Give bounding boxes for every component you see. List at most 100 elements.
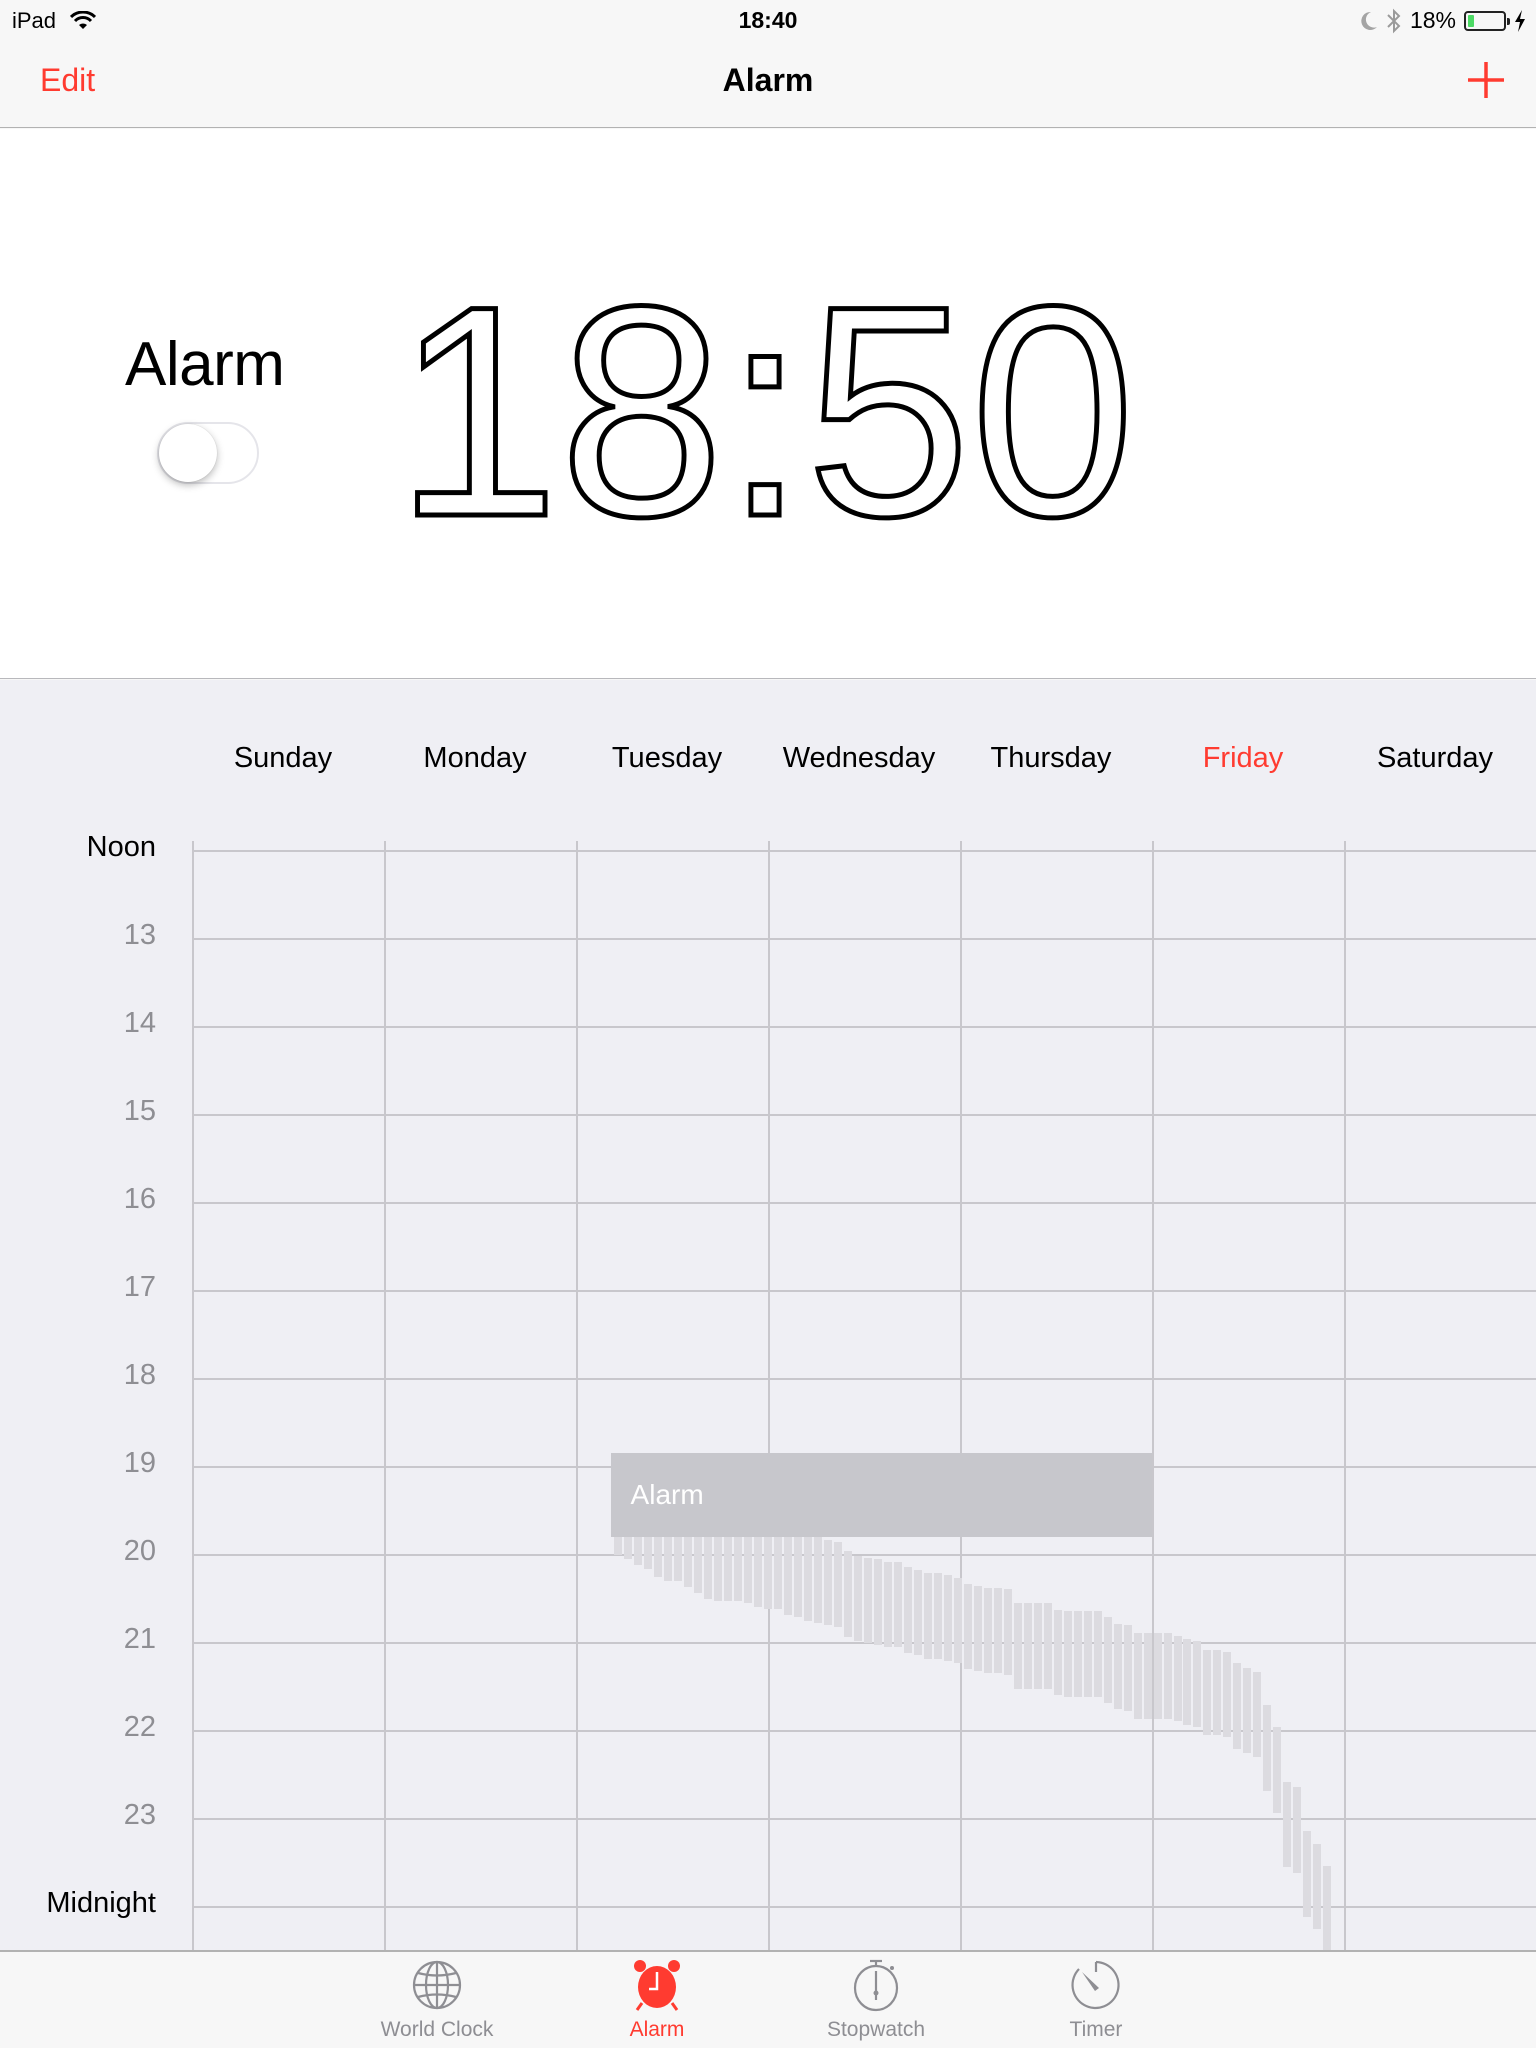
sleep-history-bar [1283,1782,1292,1868]
tab-timer[interactable]: Timer [1006,1958,1186,2042]
plus-icon[interactable] [1462,56,1510,104]
day-divider [192,841,194,1950]
hour-label: 23 [123,1799,156,1831]
hour-label: Noon [86,831,156,863]
tab-bar: World Clock Alarm Stopwatch Timer [0,1950,1536,2048]
alarm-time-display: 18:50 [393,257,1138,557]
sleep-history-bar [983,1587,992,1673]
day-header-saturday: Saturday [1376,742,1494,774]
hour-label: 19 [123,1447,156,1479]
day-divider [1344,841,1346,1950]
sleep-history-bar [1313,1843,1322,1929]
sleep-history-bar [1163,1633,1172,1719]
sleep-history-bar [814,1537,823,1623]
sleep-history-bar [824,1540,833,1626]
hour-gridline [192,850,1536,852]
charging-bolt-icon [1515,9,1525,32]
sleep-history-bar [1253,1672,1262,1758]
sleep-history-bar [893,1562,902,1648]
sleep-history-bar [883,1562,892,1648]
hour-gridline [192,1378,1536,1380]
hour-label: 17 [123,1271,156,1303]
sleep-history-bar [1263,1705,1272,1791]
sleep-history-bar [784,1529,793,1615]
hour-gridline [192,1730,1536,1732]
tab-label: Alarm [629,2018,685,2041]
sleep-history-bar [903,1567,912,1653]
toggle-knob [159,424,217,482]
hour-label: 15 [123,1095,156,1127]
day-divider [576,841,578,1950]
sleep-history-bar [1103,1617,1112,1703]
status-time: 18:40 [738,7,798,33]
sleep-history-bar [1223,1651,1232,1738]
sleep-history-bar [1033,1603,1042,1689]
day-header-monday: Monday [423,742,527,774]
sleep-history-bar [993,1587,1002,1673]
sleep-history-bar [1243,1667,1252,1753]
day-header-tuesday: Tuesday [611,742,723,774]
sleep-history-bar [933,1573,942,1659]
sleep-history-bar [873,1559,882,1645]
sleep-history-bar [1233,1663,1242,1749]
sleep-history-bar [1123,1625,1132,1711]
sleep-history-bar [1013,1603,1022,1689]
sleep-history-bar [1003,1589,1012,1675]
tab-alarm[interactable]: Alarm [567,1958,747,2042]
sleep-history-bar [1063,1611,1072,1697]
hour-gridline [192,1818,1536,1820]
hour-label: 21 [123,1623,156,1655]
sleep-history-bar [1323,1865,1332,1950]
sleep-history-bar [1113,1623,1122,1709]
hour-gridline [192,1906,1536,1908]
sleep-history-bar [854,1555,863,1642]
day-divider [384,841,386,1950]
sleep-history-bar [1303,1831,1312,1917]
timer-icon [1071,1960,1120,2010]
day-header-friday: Friday [1202,742,1284,774]
day-divider [960,841,962,1950]
hour-gridline [192,1202,1536,1204]
sleep-history-bar [1133,1633,1142,1719]
hour-gridline [192,1554,1536,1556]
hour-gridline [192,1114,1536,1116]
hour-label: 20 [123,1535,156,1567]
hour-label: Midnight [46,1887,156,1919]
moon-icon [1361,11,1377,30]
sleep-history-bar [943,1575,952,1661]
hour-label: 18 [123,1359,156,1391]
hour-gridline [192,1026,1536,1028]
alarm-event-block[interactable]: Alarm [610,1452,1152,1538]
tab-label: Stopwatch [826,2018,926,2041]
globe-icon [412,1960,462,2010]
tab-label: Timer [1069,2018,1123,2041]
sleep-history-bar [804,1535,813,1621]
day-divider [1152,841,1154,1950]
battery-level-fill [1468,14,1475,27]
tab-world-clock[interactable]: World Clock [347,1958,527,2042]
alarm-toggle[interactable] [157,422,259,484]
hour-gridline [192,938,1536,940]
sleep-history-bar [1173,1635,1182,1722]
tab-label: World Clock [380,2018,494,2041]
battery-icon [1464,10,1510,31]
sleep-history-bar [1213,1650,1222,1736]
day-header-wednesday: Wednesday [782,742,936,774]
status-right: 18% [1358,7,1526,34]
hour-label: 14 [123,1007,156,1039]
page-title: Alarm [722,62,814,98]
bluetooth-icon [1387,8,1401,33]
sleep-history-bar [923,1573,932,1659]
sleep-history-bar [1053,1609,1062,1695]
sleep-history-bar [963,1584,972,1670]
tab-stopwatch[interactable]: Stopwatch [786,1958,966,2042]
sleep-history-bar [1203,1650,1212,1736]
alarm-clock-icon [634,1960,680,2011]
sleep-history-bar [1153,1633,1162,1719]
sleep-history-bar [844,1551,853,1637]
status-bar: iPad 18:40 18% [0,0,1536,40]
alarm-event-label: Alarm [630,1479,704,1511]
sleep-history-bar [1093,1611,1102,1697]
sleep-history-bar [1023,1603,1032,1689]
battery-percent: 18% [1409,7,1456,33]
